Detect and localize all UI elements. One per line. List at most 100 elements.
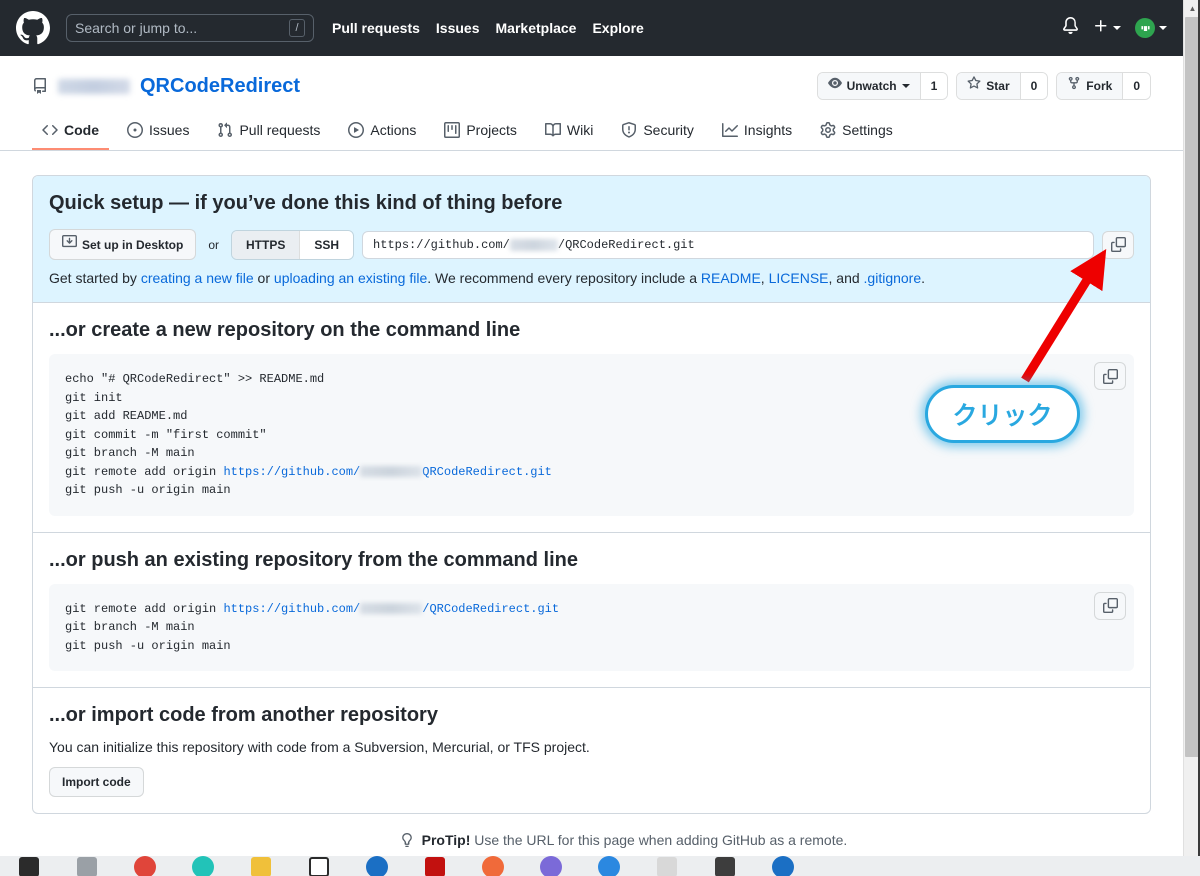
protocol-https-button[interactable]: HTTPS xyxy=(232,230,300,259)
protip-footer: ProTip! Use the URL for this page when a… xyxy=(32,814,1200,858)
taskbar-start-icon[interactable] xyxy=(0,856,58,876)
tab-issues[interactable]: Issues xyxy=(117,114,199,150)
repository-title-row: QRCodeRedirect Unwatch 1 Star 0 Fork 0 xyxy=(32,72,1151,100)
chevron-down-icon xyxy=(901,84,910,88)
push-repo-url-suffix[interactable]: /QRCodeRedirect.git xyxy=(422,602,559,616)
taskbar-app-4-icon[interactable] xyxy=(290,856,348,876)
gitignore-link[interactable]: .gitignore xyxy=(864,270,922,286)
push-repo-copy-button[interactable] xyxy=(1094,591,1126,620)
taskbar-app-5-icon[interactable] xyxy=(348,856,406,876)
book-icon xyxy=(544,122,561,138)
taskbar-app-6-icon[interactable] xyxy=(406,856,464,876)
protocol-ssh-button[interactable]: SSH xyxy=(299,230,354,259)
project-icon xyxy=(444,122,461,138)
create-new-file-link[interactable]: creating a new file xyxy=(141,270,254,286)
push-repo-code-block: git remote add origin https://github.com… xyxy=(49,583,1134,671)
create-new-menu[interactable] xyxy=(1093,18,1121,39)
repository-owner-redacted[interactable] xyxy=(58,78,130,94)
setup-panel: Quick setup — if you’ve done this kind o… xyxy=(32,175,1151,814)
clone-url-owner-redacted xyxy=(509,238,558,251)
repository-name[interactable]: QRCodeRedirect xyxy=(140,75,300,98)
push-repo-owner-redacted xyxy=(360,602,423,614)
search-input[interactable]: Search or jump to... / xyxy=(66,14,314,42)
help-mid-1: or xyxy=(253,270,274,286)
nav-marketplace[interactable]: Marketplace xyxy=(496,20,577,36)
repository-icon xyxy=(32,78,48,94)
github-mark-icon[interactable] xyxy=(16,11,50,45)
tab-projects[interactable]: Projects xyxy=(434,114,527,150)
license-link[interactable]: LICENSE xyxy=(769,270,829,286)
nav-issues[interactable]: Issues xyxy=(436,20,480,36)
global-nav: Pull requests Issues Marketplace Explore xyxy=(332,20,644,36)
clone-url-copy-button[interactable] xyxy=(1102,230,1134,259)
taskbar-app-10-icon[interactable] xyxy=(638,856,696,876)
taskbar-app-11-icon[interactable] xyxy=(696,856,754,876)
taskbar-search-icon[interactable] xyxy=(58,856,116,876)
tab-settings-label: Settings xyxy=(842,122,893,138)
breadcrumb: QRCodeRedirect xyxy=(32,75,300,98)
quick-setup-title: Quick setup — if you’ve done this kind o… xyxy=(49,192,563,214)
create-repo-url-prefix[interactable]: https://github.com/ xyxy=(223,465,360,479)
push-repo-url-prefix[interactable]: https://github.com/ xyxy=(223,602,360,616)
import-code-button[interactable]: Import code xyxy=(49,767,144,797)
protip-label: ProTip! xyxy=(421,832,471,848)
create-repo-lines-before: echo "# QRCodeRedirect" >> README.md git… xyxy=(65,372,325,479)
star-button-group[interactable]: Star 0 xyxy=(956,72,1049,100)
taskbar-app-12-icon[interactable] xyxy=(754,856,812,876)
taskbar-app-8-icon[interactable] xyxy=(522,856,580,876)
unwatch-label: Unwatch xyxy=(846,79,897,93)
push-repo-lines-after: git branch -M main git push -u origin ma… xyxy=(65,620,231,653)
watch-button-group[interactable]: Unwatch 1 xyxy=(816,72,949,100)
set-up-in-desktop-button[interactable]: Set up in Desktop xyxy=(49,229,197,260)
fork-count: 0 xyxy=(1122,73,1150,99)
clone-url-input[interactable]: https://github.com/ /QRCodeRedirect.git xyxy=(362,230,1094,259)
clipboard-icon xyxy=(1102,598,1118,613)
fork-icon xyxy=(1067,76,1081,96)
taskbar-app-3-icon[interactable] xyxy=(232,856,290,876)
fork-label: Fork xyxy=(1086,79,1113,93)
fork-button[interactable]: Fork xyxy=(1057,73,1123,99)
tab-settings[interactable]: Settings xyxy=(810,114,903,150)
help-end: . xyxy=(921,270,926,286)
create-repo-copy-button[interactable] xyxy=(1094,362,1126,390)
tab-wiki-label: Wiki xyxy=(566,122,594,138)
upload-existing-file-link[interactable]: uploading an existing file xyxy=(274,270,427,286)
tab-pull-requests[interactable]: Pull requests xyxy=(207,114,330,150)
taskbar-app-7-icon[interactable] xyxy=(464,856,522,876)
tab-actions[interactable]: Actions xyxy=(338,114,426,150)
taskbar-app-2-icon[interactable] xyxy=(174,856,232,876)
protip-text: Use the URL for this page when adding Gi… xyxy=(470,832,848,848)
tab-projects-label: Projects xyxy=(466,122,517,138)
quick-setup-section: Quick setup — if you’ve done this kind o… xyxy=(33,176,1150,303)
create-repo-url-suffix[interactable]: QRCodeRedirect.git xyxy=(422,465,552,479)
account-menu[interactable] xyxy=(1135,18,1167,38)
star-button[interactable]: Star xyxy=(957,73,1020,99)
nav-pull-requests[interactable]: Pull requests xyxy=(332,20,420,36)
taskbar-app-1-icon[interactable] xyxy=(116,856,174,876)
import-code-title: ...or import code from another repositor… xyxy=(49,704,438,726)
tab-pull-requests-label: Pull requests xyxy=(239,122,321,138)
create-repo-commands: echo "# QRCodeRedirect" >> README.md git… xyxy=(65,370,1118,500)
light-bulb-icon xyxy=(400,832,418,848)
git-pull-request-icon xyxy=(217,122,233,138)
star-icon xyxy=(967,76,981,96)
push-repo-section: ...or push an existing repository from t… xyxy=(33,533,1150,688)
fork-button-group[interactable]: Fork 0 xyxy=(1056,72,1151,100)
taskbar-app-9-icon[interactable] xyxy=(580,856,638,876)
star-count: 0 xyxy=(1019,73,1048,99)
clipboard-icon xyxy=(1102,368,1118,384)
create-repo-code-block: echo "# QRCodeRedirect" >> README.md git… xyxy=(49,354,1134,516)
tab-code[interactable]: Code xyxy=(32,114,109,150)
search-slash-hint: / xyxy=(289,19,305,37)
clone-url-prefix: https://github.com/ xyxy=(373,237,510,252)
tab-insights[interactable]: Insights xyxy=(712,114,802,150)
unwatch-button[interactable]: Unwatch xyxy=(817,73,920,99)
nav-explore[interactable]: Explore xyxy=(592,20,643,36)
gear-icon xyxy=(820,122,836,138)
clipboard-icon xyxy=(1110,237,1126,252)
readme-link[interactable]: README xyxy=(701,270,761,286)
get-started-help-text: Get started by creating a new file or up… xyxy=(49,270,1134,286)
bell-icon[interactable] xyxy=(1062,17,1079,39)
tab-security[interactable]: Security xyxy=(611,114,704,150)
tab-wiki[interactable]: Wiki xyxy=(535,114,603,150)
